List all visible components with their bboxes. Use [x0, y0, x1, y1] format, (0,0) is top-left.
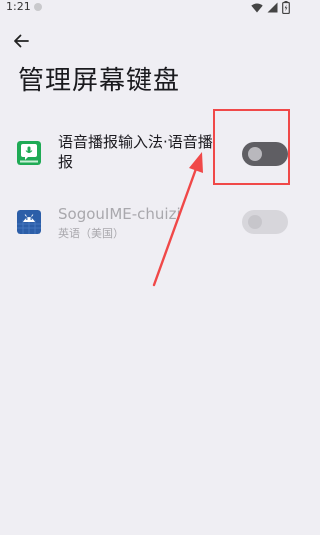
voice-ime-icon [17, 141, 41, 165]
signal-icon [267, 2, 278, 13]
toggle-knob [248, 215, 262, 229]
keyboard-row-sogou[interactable]: SogouIME-chuizi 英语（美国） [0, 200, 300, 248]
annotation-highlight-box [213, 109, 290, 185]
notification-dot-icon [34, 3, 42, 11]
keyboard-name: 语音播报输入法·语音播报 [58, 133, 213, 171]
wifi-icon [251, 3, 263, 12]
keyboard-language: 英语（美国） [58, 227, 124, 240]
keyboard-name: SogouIME-chuizi [58, 205, 181, 223]
keyboard-toggle-sogou [242, 210, 288, 234]
arrow-left-icon [14, 34, 29, 48]
status-icons [251, 1, 290, 14]
back-button[interactable] [10, 32, 32, 50]
status-time: 1:21 [6, 0, 31, 13]
page-title: 管理屏幕键盘 [18, 66, 181, 96]
screen: 1:21 管理屏幕键盘 语音播报输入法·语音播报 SogouIME-chuizi… [0, 0, 300, 535]
status-bar: 1:21 [0, 0, 300, 18]
battery-icon [282, 1, 290, 14]
android-icon [17, 210, 41, 234]
